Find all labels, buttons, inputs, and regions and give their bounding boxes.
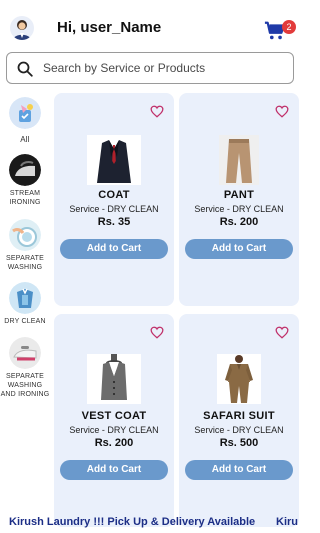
category-label: All [20, 135, 30, 144]
category-stream-ironing[interactable]: STREAM IRONING [0, 154, 50, 207]
greeting-text: Hi, user_Name [57, 19, 162, 36]
pant-image [219, 135, 259, 185]
vest-image [87, 354, 141, 404]
ticker-text: Kirush Laundry !!! Pick Up & Delivery Av… [9, 516, 256, 528]
add-to-cart-button[interactable]: Add to Cart [185, 239, 293, 259]
category-dry-clean[interactable]: DRY CLEAN [0, 282, 50, 326]
dry-clean-icon [9, 282, 41, 314]
product-name: VEST COAT [81, 410, 147, 422]
heart-icon[interactable] [150, 105, 164, 118]
add-to-cart-button[interactable]: Add to Cart [185, 460, 293, 480]
product-price: Rs. 500 [219, 437, 259, 449]
cart-count-badge: 2 [282, 20, 296, 34]
category-all[interactable]: All [0, 97, 50, 144]
all-services-icon [9, 97, 41, 129]
search-icon [17, 61, 33, 77]
category-separate-washing-and-ironing[interactable]: SEPARATE WASHING AND IRONING [0, 337, 50, 399]
product-name: COAT [98, 189, 130, 201]
search-input[interactable] [43, 53, 288, 83]
announcement-ticker: Kirush Laundry !!! Pick Up & Delivery Av… [0, 510, 300, 532]
app-header: Hi, user_Name 2 [0, 0, 300, 50]
product-service: Service - DRY CLEAN [69, 425, 159, 435]
product-price: Rs. 200 [94, 437, 134, 449]
product-name: SAFARI SUIT [203, 410, 275, 422]
product-service: Service - DRY CLEAN [194, 425, 284, 435]
category-label: STREAM IRONING [9, 190, 41, 206]
heart-icon[interactable] [275, 105, 289, 118]
product-card[interactable]: SAFARI SUIT Service - DRY CLEAN Rs. 500 … [179, 314, 299, 527]
product-service: Service - DRY CLEAN [69, 204, 159, 214]
add-to-cart-button[interactable]: Add to Cart [60, 239, 168, 259]
product-name: PANT [223, 189, 255, 201]
product-service: Service - DRY CLEAN [194, 204, 284, 214]
category-label: SEPARATE WASHING [6, 255, 44, 271]
user-avatar-icon [13, 20, 31, 40]
category-separate-washing[interactable]: SEPARATE WASHING [0, 219, 50, 272]
search-bar[interactable] [6, 52, 294, 84]
category-label: DRY CLEAN [4, 318, 46, 325]
heart-icon[interactable] [275, 326, 289, 339]
safari-suit-image [217, 354, 261, 404]
ticker-text-repeat: Kiru [276, 516, 298, 528]
product-card[interactable]: VEST COAT Service - DRY CLEAN Rs. 200 Ad… [54, 314, 174, 527]
coat-image [87, 135, 141, 185]
add-to-cart-button[interactable]: Add to Cart [60, 460, 168, 480]
iron-icon [9, 154, 41, 186]
product-card[interactable]: COAT Service - DRY CLEAN Rs. 35 Add to C… [54, 93, 174, 306]
washing-ironing-icon [9, 337, 41, 369]
heart-icon[interactable] [150, 326, 164, 339]
category-label: SEPARATE WASHING AND IRONING [0, 373, 50, 398]
product-price: Rs. 200 [219, 216, 259, 228]
product-price: Rs. 35 [97, 216, 131, 228]
product-card[interactable]: PANT Service - DRY CLEAN Rs. 200 Add to … [179, 93, 299, 306]
washing-icon [9, 219, 41, 251]
avatar[interactable] [10, 16, 34, 40]
